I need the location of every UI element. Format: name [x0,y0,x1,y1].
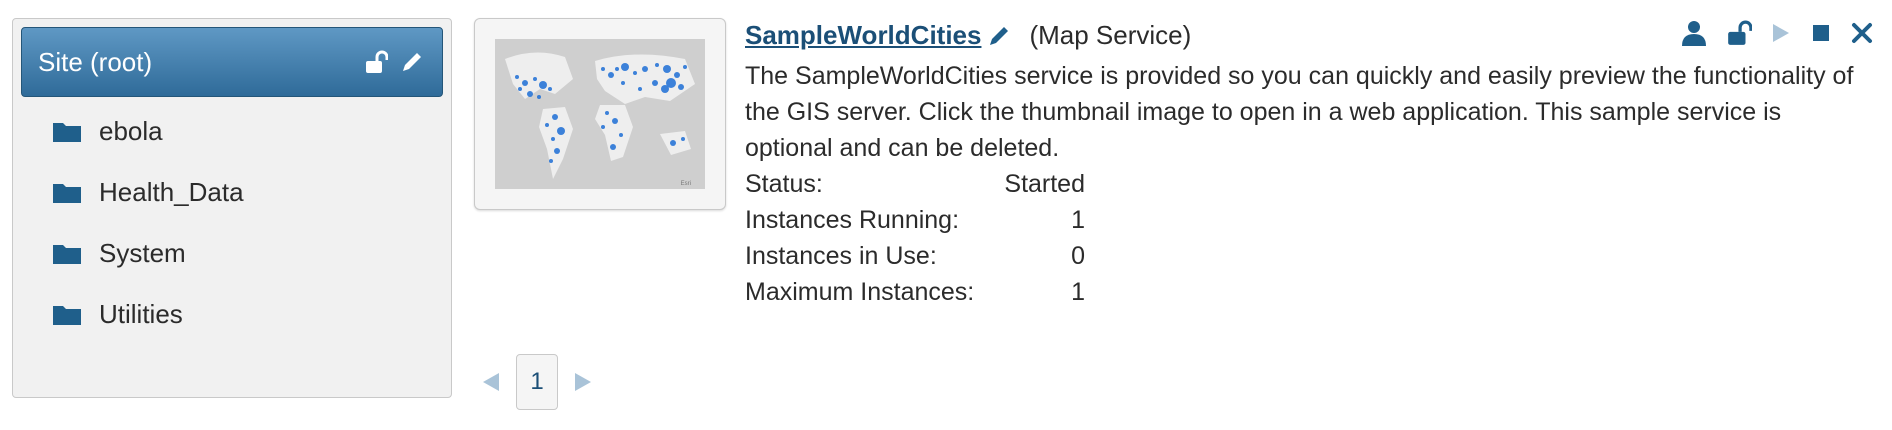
page-button[interactable]: 1 [516,354,558,410]
user-permissions-icon[interactable] [1680,20,1708,46]
site-root-item[interactable]: Site (root) [21,27,443,97]
info-row-maximum-instances: Maximum Instances: 1 [745,274,1085,310]
info-label: Instances Running: [745,206,960,234]
info-label: Instances in Use: [745,242,937,270]
sidebar-item-label: System [99,237,186,268]
service-thumbnail[interactable]: Esri [474,18,726,210]
sidebar-item-label: ebola [99,115,163,146]
folder-icon [53,245,81,264]
world-map-thumbnail-image: Esri [495,39,705,189]
folder-tree-panel: Site (root) ebola Health_Data System Uti… [12,18,452,398]
site-root-label: Site (root) [38,46,153,77]
sidebar-item-health-data[interactable]: Health_Data [53,172,244,212]
start-play-icon[interactable] [1770,21,1792,45]
service-type-label: (Map Service) [1029,20,1192,50]
info-value: 1 [1071,206,1085,234]
close-icon[interactable] [1850,21,1874,45]
service-info-table: Status: Started Instances Running: 1 Ins… [745,166,1085,310]
info-value: Started [1004,170,1085,198]
sidebar-item-system[interactable]: System [53,233,186,273]
next-page-icon[interactable] [572,370,594,394]
edit-pencil-icon[interactable] [400,50,424,74]
unlock-icon[interactable] [364,50,388,74]
unlock-icon[interactable] [1726,20,1752,46]
info-row-status: Status: Started [745,166,1085,202]
info-row-instances-running: Instances Running: 1 [745,202,1085,238]
sidebar-item-label: Utilities [99,298,183,329]
info-value: 0 [1071,242,1085,270]
info-label: Maximum Instances: [745,278,975,306]
stop-icon[interactable] [1810,22,1832,44]
service-description: The SampleWorldCities service is provide… [745,62,1854,162]
folder-icon [53,306,81,325]
previous-page-icon[interactable] [480,370,502,394]
info-row-instances-in-use: Instances in Use: 0 [745,238,1085,274]
sidebar-item-utilities[interactable]: Utilities [53,294,183,334]
sidebar-item-ebola[interactable]: ebola [53,111,163,151]
info-label: Status: [745,170,823,198]
info-value: 1 [1071,278,1085,306]
service-name-link[interactable]: SampleWorldCities [745,20,981,51]
sidebar-item-label: Health_Data [99,176,244,207]
folder-icon [53,123,81,142]
thumbnail-watermark: Esri [681,181,691,187]
folder-icon [53,184,81,203]
pagination: 1 [480,354,594,410]
edit-pencil-icon[interactable] [987,24,1011,48]
